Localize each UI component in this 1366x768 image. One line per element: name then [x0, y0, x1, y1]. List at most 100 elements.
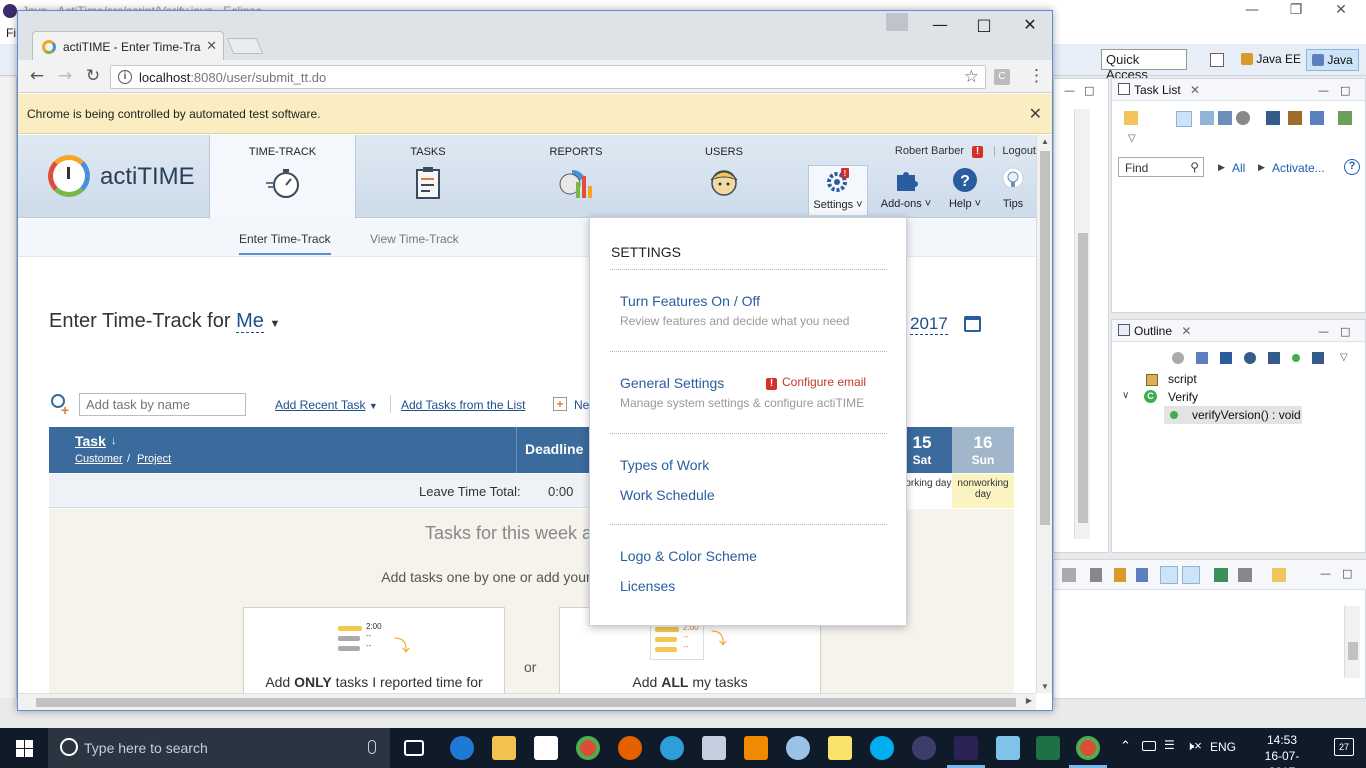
eclipse-app-icon[interactable] [954, 736, 978, 760]
sort-icon[interactable] [1218, 111, 1232, 125]
skype-icon[interactable] [870, 736, 894, 760]
wifi-icon[interactable]: ☰ [1164, 738, 1175, 752]
logout-link[interactable]: Logout [1002, 145, 1036, 157]
hide-static-icon[interactable] [1220, 352, 1232, 364]
outline-item-script[interactable]: script [1168, 372, 1197, 386]
week-year[interactable]: 2017 [910, 314, 948, 335]
vlc-icon[interactable] [744, 736, 768, 760]
clock[interactable]: 14:53 16-07-2017 [1252, 732, 1312, 768]
chrome-running-icon[interactable] [1076, 736, 1100, 760]
editor-scroll-thumb[interactable] [1078, 233, 1088, 523]
notepad-icon[interactable] [996, 736, 1020, 760]
subnav-enter-time-track[interactable]: Enter Time-Track [239, 232, 331, 255]
minimize-icon[interactable]: — [1242, 2, 1262, 20]
customer-sort[interactable]: Customer [75, 453, 123, 465]
tab-tasks[interactable]: TASKS [380, 135, 476, 218]
display-console-icon[interactable] [1238, 568, 1252, 582]
activate-link[interactable]: Activate... [1272, 161, 1325, 175]
minimize-panel-icon[interactable]: — [1318, 326, 1330, 338]
chevron-down-icon[interactable]: ▽ [1128, 133, 1136, 144]
tips-button[interactable]: Tips [990, 165, 1036, 215]
subnav-view-time-track[interactable]: View Time-Track [370, 232, 459, 246]
project-sort[interactable]: Project [137, 453, 171, 465]
address-bar[interactable]: i localhost:8080/user/submit_tt.do ☆ [110, 65, 986, 89]
add-tasks-from-list-link[interactable]: Add Tasks from the List [401, 398, 526, 412]
task-column-sort[interactable]: Task [75, 433, 106, 449]
all-link[interactable]: All [1232, 161, 1245, 175]
show-error-icon[interactable] [1182, 566, 1200, 584]
logo-color-scheme-link[interactable]: Logo & Color Scheme [620, 548, 757, 564]
restore-icon[interactable]: ❐ [1286, 2, 1306, 20]
ie-icon[interactable] [660, 736, 684, 760]
bookmark-star-icon[interactable]: ☆ [964, 67, 979, 87]
paint-icon[interactable] [786, 736, 810, 760]
user-name[interactable]: Robert Barber [895, 145, 964, 157]
browser-tab[interactable]: actiTIME - Enter Time-Tra ✕ [32, 31, 224, 60]
collapse-icon[interactable] [1288, 111, 1302, 125]
help-icon[interactable]: ? [1344, 159, 1360, 175]
word-wrap-icon[interactable] [1136, 568, 1148, 582]
remove-launch-icon[interactable] [1062, 568, 1076, 582]
green-dot-icon[interactable] [1292, 354, 1300, 362]
hide-nonpublic-icon[interactable] [1244, 352, 1256, 364]
settings-button[interactable]: ! Settings ˅ [808, 165, 868, 215]
console-scrollbar[interactable] [1344, 606, 1360, 678]
forward-icon[interactable]: → [54, 66, 76, 88]
task-view-icon[interactable] [404, 740, 424, 756]
close-icon[interactable]: ✕ [1331, 2, 1351, 20]
snipping-tool-icon[interactable] [702, 736, 726, 760]
profile-icon[interactable] [886, 13, 908, 31]
close-infobar-icon[interactable]: ✕ [1029, 104, 1042, 124]
volume-icon[interactable]: 🕨× [1186, 738, 1202, 754]
extension-icon[interactable]: C [994, 69, 1010, 85]
scheduled-icon[interactable] [1200, 111, 1214, 125]
taskbar-search[interactable]: Type here to search [48, 728, 390, 768]
expand-chevron-icon[interactable]: ∨ [1122, 390, 1129, 401]
sync-icon[interactable] [1236, 111, 1250, 125]
file-explorer-icon[interactable] [492, 736, 516, 760]
new-task-icon[interactable] [1124, 111, 1138, 125]
types-of-work-link[interactable]: Types of Work [620, 457, 709, 473]
sort-icon[interactable] [1172, 352, 1184, 364]
tab-outline[interactable]: Outline ✕ — □ [1112, 320, 1365, 342]
show-hidden-icon[interactable]: ⌃ [1120, 738, 1131, 754]
firefox-icon[interactable] [618, 736, 642, 760]
hide-fields-icon[interactable] [1196, 352, 1208, 364]
back-icon[interactable]: ← [26, 66, 48, 88]
configure-email-link[interactable]: ! Configure email [766, 375, 866, 390]
scroll-right-icon[interactable]: ▶ [1026, 696, 1032, 705]
maximize-panel-icon[interactable]: □ [1340, 326, 1352, 338]
media-icon[interactable] [912, 736, 936, 760]
action-center-icon[interactable]: 27 [1334, 738, 1354, 756]
edge-icon[interactable] [450, 736, 474, 760]
language-indicator[interactable]: ENG [1210, 740, 1236, 754]
chrome-menu-icon[interactable]: ⋮ [1028, 66, 1045, 86]
minimize-panel-icon[interactable]: — [1064, 85, 1076, 97]
page-hscroll-thumb[interactable] [36, 698, 1016, 707]
minimize-panel-icon[interactable]: — [1320, 568, 1332, 580]
minimize-icon[interactable]: — [925, 15, 955, 37]
focus-icon[interactable] [1338, 111, 1352, 125]
add-only-reported-card[interactable]: 2:00 -- -- ⤵ Add ONLY tasks I reported t… [243, 607, 505, 693]
warning-badge-icon[interactable]: ! [972, 146, 983, 158]
terminate-icon[interactable] [1090, 568, 1102, 582]
add-recent-task-link[interactable]: Add Recent Task ▼ [275, 398, 378, 412]
general-settings-link[interactable]: General Settings [620, 375, 724, 391]
excel-icon[interactable] [1036, 736, 1060, 760]
deadline-column[interactable]: Deadline [516, 427, 588, 473]
link-icon[interactable] [1310, 111, 1324, 125]
turn-features-link[interactable]: Turn Features On / Off [620, 293, 760, 309]
maximize-icon[interactable]: □ [969, 15, 999, 37]
menu-file[interactable]: Fi [6, 26, 16, 40]
chevron-down-icon[interactable]: ▽ [1340, 352, 1348, 363]
link-editor-icon[interactable] [1312, 352, 1324, 364]
actitime-logo[interactable]: actiTIME [48, 155, 195, 199]
outline-item-method[interactable]: verifyVersion() : void [1164, 406, 1302, 424]
maximize-panel-icon[interactable]: □ [1084, 85, 1096, 97]
task-find-input[interactable]: Find ⚲ [1118, 157, 1204, 177]
close-icon[interactable]: ✕ [1015, 15, 1045, 37]
tab-time-track[interactable]: TIME-TRACK [209, 135, 356, 219]
close-tab-icon[interactable]: ✕ [1181, 324, 1191, 338]
chrome-icon[interactable] [576, 736, 600, 760]
show-console-icon[interactable] [1160, 566, 1178, 584]
